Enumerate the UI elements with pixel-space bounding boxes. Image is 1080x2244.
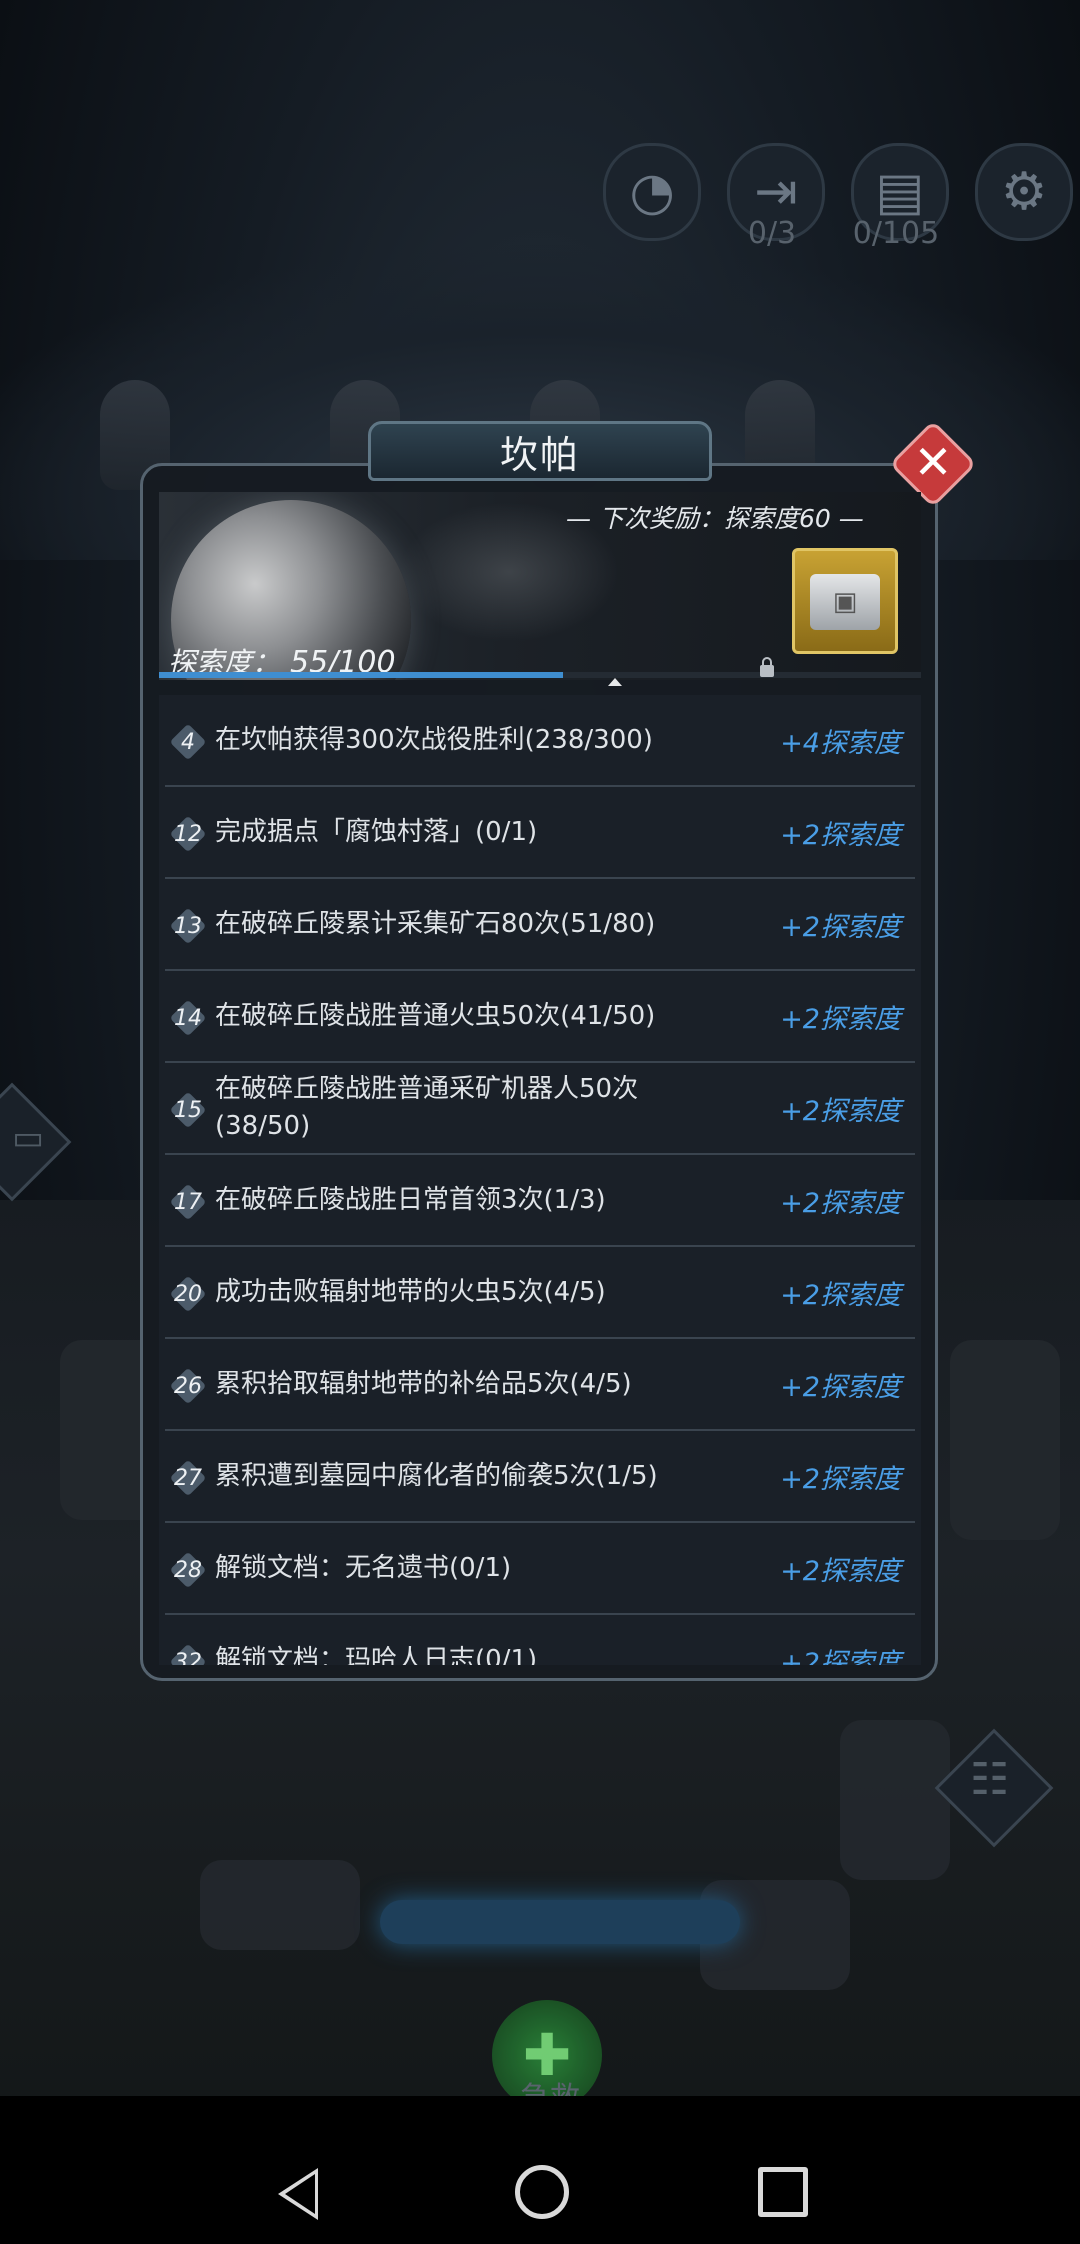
chat-icon[interactable]: ▭ [12, 1118, 44, 1158]
task-description: 累积遭到墓园中腐化者的偷袭5次(1/5) [215, 1460, 658, 1491]
task-reward: +2探索度 [780, 1555, 901, 1587]
task-row[interactable]: 32 解锁文档：玛哈人日志(0/1) +2探索度 [165, 1615, 915, 1666]
task-reward: +4探索度 [780, 727, 901, 759]
gear-icon: ⚙ [1000, 162, 1048, 222]
rock [840, 1720, 950, 1880]
task-number-badge: 26 [171, 1369, 205, 1403]
task-description: 在破碎丘陵战胜日常首领3次(1/3) [215, 1184, 606, 1215]
task-description: 完成据点「腐蚀村落」(0/1) [215, 816, 538, 847]
locker-icon: ▤ [875, 162, 925, 222]
task-number: 28 [174, 1557, 202, 1583]
task-number: 32 [174, 1649, 202, 1666]
task-number-badge: 17 [171, 1185, 205, 1219]
task-description: 累积拾取辐射地带的补给品5次(4/5) [215, 1368, 632, 1399]
task-row[interactable]: 14 在破碎丘陵战胜普通火虫50次(41/50) +2探索度 [165, 971, 915, 1063]
task-description: 解锁文档：玛哈人日志(0/1) [215, 1644, 538, 1666]
task-row[interactable]: 12 完成据点「腐蚀村落」(0/1) +2探索度 [165, 787, 915, 879]
task-number: 17 [174, 1189, 202, 1215]
task-description: 在坎帕获得300次战役胜利(238/300) [215, 724, 653, 755]
explore-progress-bar [159, 672, 921, 678]
close-icon[interactable]: ✕ [902, 430, 964, 494]
task-number: 4 [181, 729, 195, 755]
rock [200, 1860, 360, 1950]
task-description: 成功击败辐射地带的火虫5次(4/5) [215, 1276, 606, 1307]
task-reward: +2探索度 [780, 1187, 901, 1219]
task-reward: +2探索度 [780, 1463, 901, 1495]
modal-title: 坎帕 [368, 421, 712, 481]
exit-count: 0/3 [747, 216, 797, 251]
task-number: 15 [174, 1097, 202, 1123]
locker-count: 0/105 [852, 216, 940, 251]
next-reward-text: — 下次奖励：探索度60 — [566, 504, 864, 533]
task-row[interactable]: 27 累积遭到墓园中腐化者的偷袭5次(1/5) +2探索度 [165, 1431, 915, 1523]
chest-icon[interactable]: ▣ [810, 574, 880, 630]
task-number: 27 [174, 1465, 202, 1491]
task-number-badge: 15 [171, 1093, 205, 1127]
task-number-badge: 13 [171, 909, 205, 943]
task-number-badge: 32 [171, 1645, 205, 1666]
task-reward: +2探索度 [780, 911, 901, 943]
task-row[interactable]: 28 解锁文档：无名遗书(0/1) +2探索度 [165, 1523, 915, 1615]
explore-progress-fill [159, 672, 563, 678]
task-description: 在破碎丘陵累计采集矿石80次(51/80) [215, 908, 656, 939]
rock [950, 1340, 1060, 1540]
back-triangle-inner [285, 2174, 315, 2214]
task-number-badge: 4 [171, 725, 205, 759]
task-description: 解锁文档：无名遗书(0/1) [215, 1552, 512, 1583]
home-circle-icon[interactable] [515, 2165, 569, 2219]
task-description: 在破碎丘陵战胜普通火虫50次(41/50) [215, 1000, 656, 1031]
task-number: 14 [174, 1005, 202, 1031]
task-description: 在破碎丘陵战胜普通采矿机器人50次(38/50) [215, 1074, 639, 1141]
settings-button[interactable]: ⚙ [975, 143, 1073, 241]
task-reward: +2探索度 [780, 1647, 901, 1666]
task-number: 26 [174, 1373, 202, 1399]
water-pool [380, 1900, 740, 1944]
task-row[interactable]: 4 在坎帕获得300次战役胜利(238/300) +4探索度 [165, 695, 915, 787]
task-row[interactable]: 20 成功击败辐射地带的火虫5次(4/5) +2探索度 [165, 1247, 915, 1339]
task-number-badge: 28 [171, 1553, 205, 1587]
checklist-icon[interactable]: ☷ [970, 1754, 1009, 1805]
task-number: 12 [174, 821, 202, 847]
task-reward: +2探索度 [780, 1371, 901, 1403]
progress-marker-icon [608, 678, 622, 686]
task-number-badge: 27 [171, 1461, 205, 1495]
radar-icon: ◔ [629, 162, 675, 222]
radar-button[interactable]: ◔ [603, 143, 701, 241]
task-reward: +2探索度 [780, 1279, 901, 1311]
task-number: 13 [174, 913, 202, 939]
task-reward: +2探索度 [780, 1095, 901, 1127]
task-row[interactable]: 13 在破碎丘陵累计采集矿石80次(51/80) +2探索度 [165, 879, 915, 971]
task-number-badge: 20 [171, 1277, 205, 1311]
task-row[interactable]: 17 在破碎丘陵战胜日常首领3次(1/3) +2探索度 [165, 1155, 915, 1247]
task-row[interactable]: 26 累积拾取辐射地带的补给品5次(4/5) +2探索度 [165, 1339, 915, 1431]
task-number-badge: 12 [171, 817, 205, 851]
task-row[interactable]: 15 在破碎丘陵战胜普通采矿机器人50次(38/50) +2探索度 [165, 1063, 915, 1155]
task-reward: +2探索度 [780, 819, 901, 851]
task-list[interactable]: 4 在坎帕获得300次战役胜利(238/300) +4探索度 12 完成据点「腐蚀村落」… [159, 695, 921, 1665]
recent-square-icon[interactable] [758, 2167, 808, 2217]
exit-door-icon: ⇥ [754, 162, 798, 222]
task-number: 20 [174, 1281, 202, 1307]
task-number-badge: 14 [171, 1001, 205, 1035]
lock-icon [760, 657, 774, 677]
task-reward: +2探索度 [780, 1003, 901, 1035]
